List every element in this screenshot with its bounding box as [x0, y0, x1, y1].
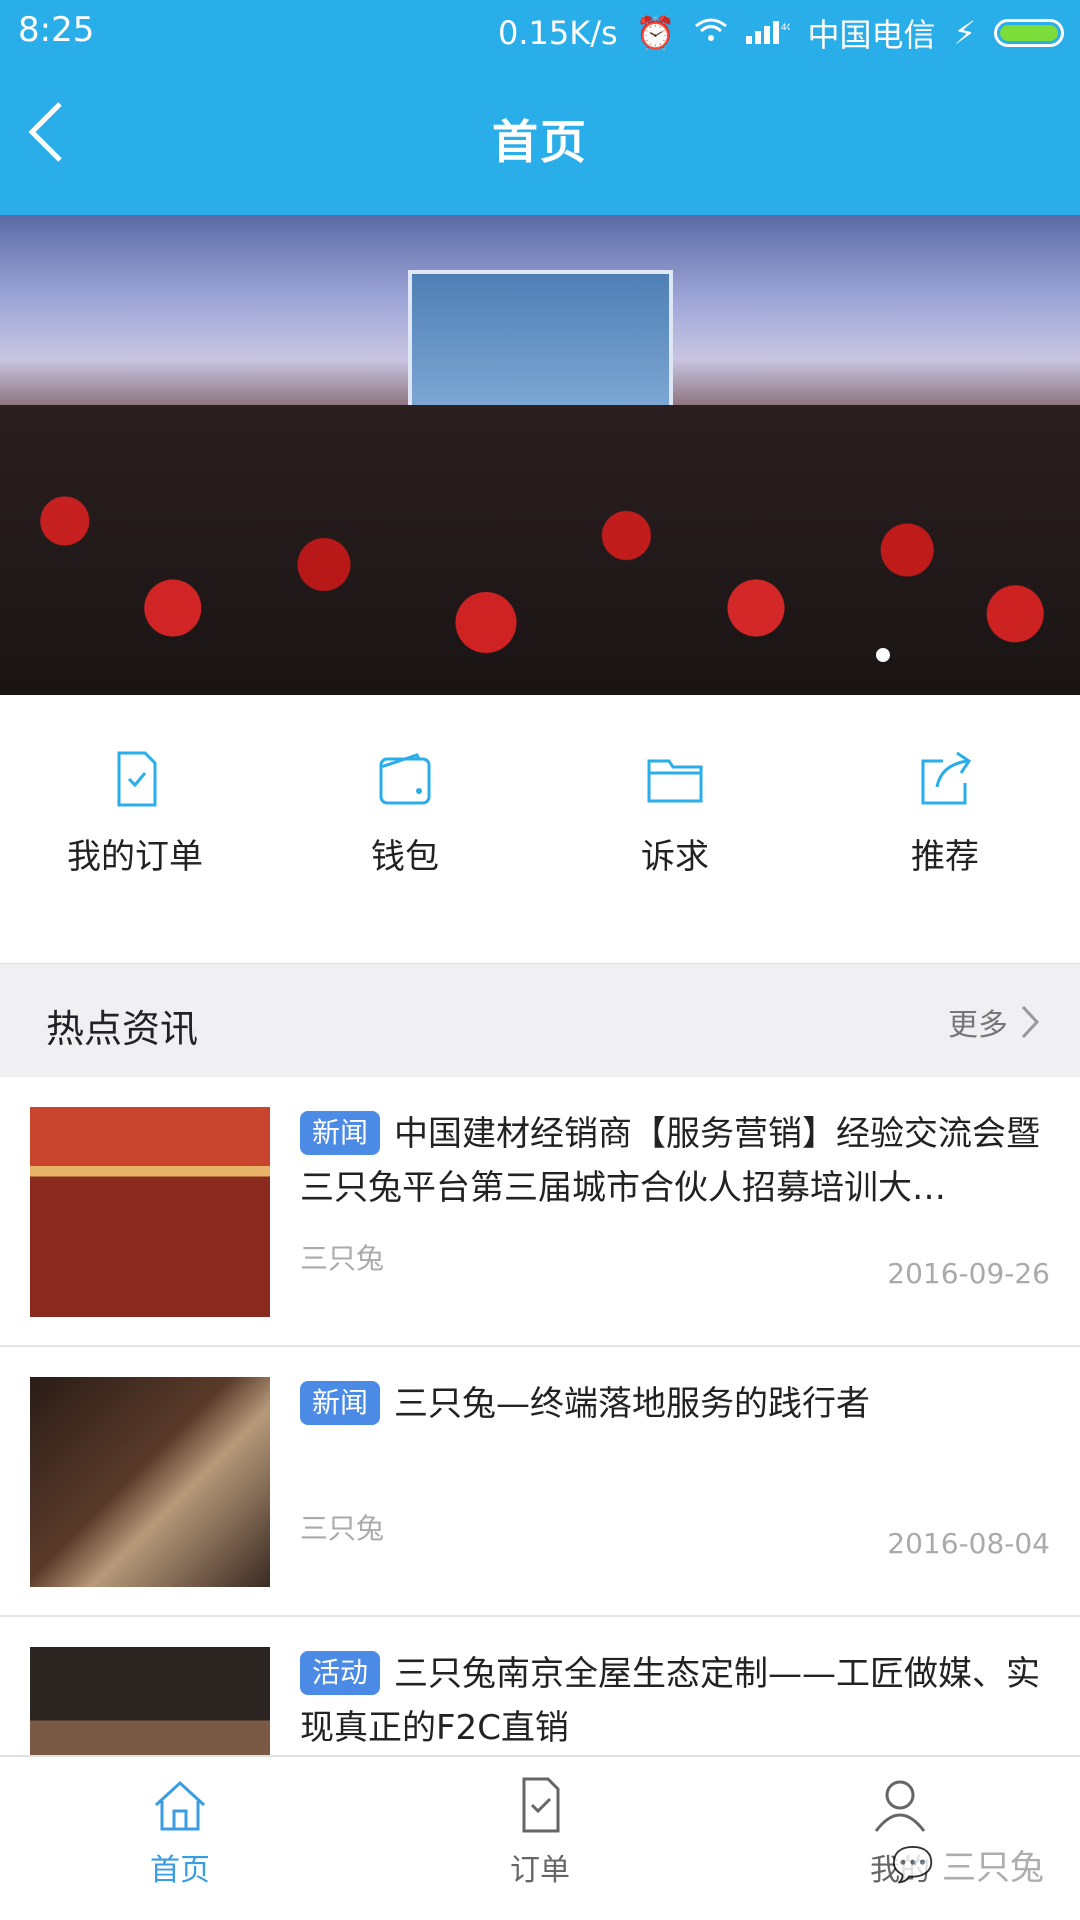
- banner-group-photo: [0, 405, 1080, 695]
- news-title: 三只兔—终端落地服务的践行者: [394, 1384, 871, 1424]
- news-thumbnail: [30, 1647, 270, 1755]
- watermark-text: 三只兔: [942, 1848, 1044, 1888]
- quick-nav-my-orders[interactable]: 我的订单: [0, 695, 270, 963]
- app-header: 首页: [0, 62, 1080, 215]
- top-bar: 8:25 0.15K/s ⏰ 4G 中国电信 ⚡ 首页: [0, 0, 1080, 215]
- wechat-watermark: 💬 三只兔: [892, 1840, 1044, 1889]
- news-thumbnail: [30, 1107, 270, 1317]
- tab-home[interactable]: 首页: [0, 1757, 360, 1920]
- quick-nav-label: 推荐: [911, 837, 979, 877]
- news-tag-badge: 新闻: [300, 1111, 381, 1155]
- more-label: 更多: [948, 1008, 1008, 1043]
- news-content: 活动 三只兔南京全屋生态定制——工匠做媒、实现真正的F2C直销: [300, 1647, 1050, 1755]
- news-source: 三只兔: [300, 1512, 385, 1545]
- news-content: 新闻 三只兔—终端落地服务的践行者 三只兔 2016-08-04: [300, 1377, 1050, 1587]
- tab-label: 首页: [150, 1853, 210, 1888]
- alarm-icon: ⏰: [635, 14, 676, 52]
- quick-nav-wallet[interactable]: 钱包: [270, 695, 540, 963]
- charging-icon: ⚡: [953, 14, 976, 52]
- tab-label: 订单: [510, 1853, 570, 1888]
- wifi-icon: [694, 14, 728, 52]
- banner-stage-screen: [408, 270, 673, 415]
- signal-icon: 4G: [745, 14, 793, 52]
- news-date: 2016-09-26: [887, 1257, 1050, 1290]
- status-time: 8:25: [18, 10, 95, 50]
- carousel-indicator[interactable]: [876, 648, 890, 662]
- carrier-name: 中国电信: [807, 16, 936, 54]
- section-title: 热点资讯: [46, 1007, 199, 1051]
- chevron-right-icon: [1021, 1005, 1040, 1039]
- news-source: 三只兔: [300, 1242, 385, 1275]
- news-date: 2016-08-04: [887, 1527, 1050, 1560]
- tab-mine[interactable]: 我的: [720, 1757, 1080, 1920]
- network-speed: 0.15K/s: [497, 14, 618, 52]
- banner-carousel[interactable]: [0, 215, 1080, 695]
- quick-nav-label: 我的订单: [67, 837, 203, 877]
- news-tag-badge: 活动: [300, 1651, 381, 1695]
- quick-nav-recommend[interactable]: 推荐: [810, 695, 1080, 963]
- news-tag-badge: 新闻: [300, 1381, 381, 1425]
- quick-nav-appeal[interactable]: 诉求: [540, 695, 810, 963]
- wechat-icon: 💬: [891, 1844, 934, 1885]
- list-item[interactable]: 活动 三只兔南京全屋生态定制——工匠做媒、实现真正的F2C直销: [0, 1617, 1080, 1755]
- order-doc-icon: [117, 751, 157, 807]
- quick-nav: 我的订单 钱包 诉求 推荐: [0, 695, 1080, 963]
- list-item[interactable]: 新闻 中国建材经销商【服务营销】经验交流会暨三只兔平台第三届城市合伙人招募培训大……: [0, 1077, 1080, 1347]
- news-content: 新闻 中国建材经销商【服务营销】经验交流会暨三只兔平台第三届城市合伙人招募培训大……: [300, 1107, 1050, 1317]
- news-title-line: 活动 三只兔南京全屋生态定制——工匠做媒、实现真正的F2C直销: [300, 1647, 1050, 1755]
- quick-nav-label: 诉求: [641, 837, 709, 877]
- list-item[interactable]: 新闻 三只兔—终端落地服务的践行者 三只兔 2016-08-04: [0, 1347, 1080, 1617]
- status-bar: 8:25 0.15K/s ⏰ 4G 中国电信 ⚡: [0, 0, 1080, 62]
- news-title-line: 新闻 三只兔—终端落地服务的践行者: [300, 1377, 1050, 1431]
- wallet-icon: [379, 753, 431, 805]
- order-doc-icon: [522, 1777, 560, 1833]
- share-icon: [921, 751, 972, 805]
- news-list: 新闻 中国建材经销商【服务营销】经验交流会暨三只兔平台第三届城市合伙人招募培训大……: [0, 1077, 1080, 1755]
- battery-icon: [994, 19, 1064, 47]
- folder-icon: [647, 759, 703, 803]
- home-icon: [154, 1780, 206, 1831]
- hot-news-header: 热点资讯 更多: [0, 963, 1080, 1077]
- news-title: 中国建材经销商【服务营销】经验交流会暨三只兔平台第三届城市合伙人招募培训大…: [300, 1114, 1041, 1208]
- more-link[interactable]: 更多: [948, 1000, 1040, 1044]
- bottom-tab-bar: 首页 订单 我的: [0, 1755, 1080, 1920]
- page-title: 首页: [492, 115, 588, 169]
- news-thumbnail: [30, 1377, 270, 1587]
- status-right: 0.15K/s ⏰ 4G 中国电信 ⚡: [498, 10, 1064, 56]
- news-title: 三只兔南京全屋生态定制——工匠做媒、实现真正的F2C直销: [300, 1654, 1041, 1748]
- quick-nav-label: 钱包: [371, 837, 439, 877]
- tab-orders[interactable]: 订单: [360, 1757, 720, 1920]
- user-icon: [874, 1780, 926, 1832]
- svg-text:4G: 4G: [781, 23, 790, 33]
- news-title-line: 新闻 中国建材经销商【服务营销】经验交流会暨三只兔平台第三届城市合伙人招募培训大…: [300, 1107, 1050, 1215]
